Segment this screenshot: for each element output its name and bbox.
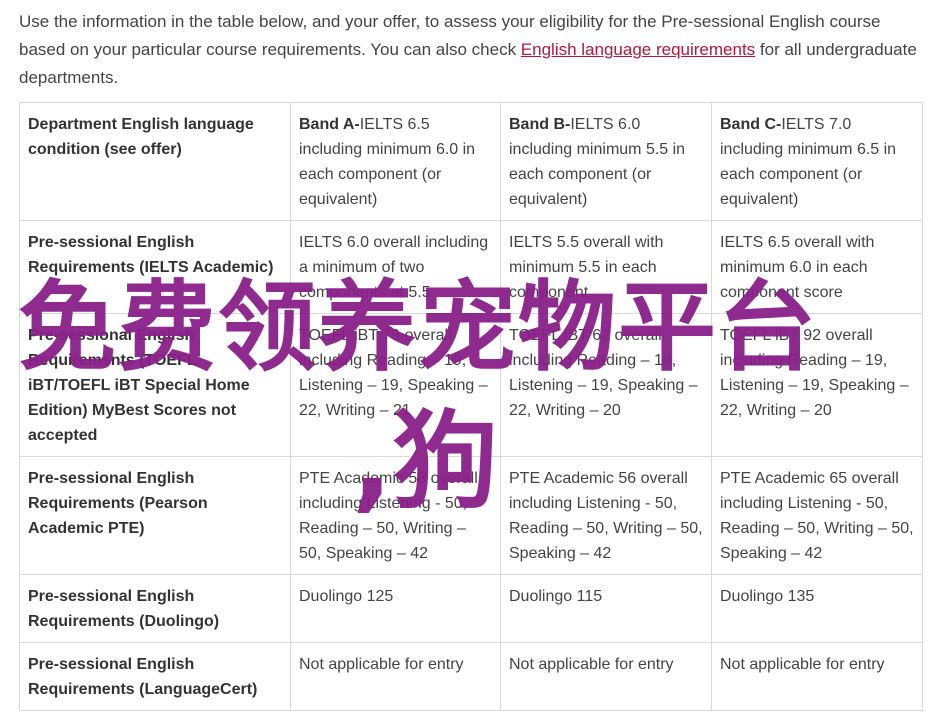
table-cell: Not applicable for entry — [500, 642, 712, 711]
band-label: Band C- — [720, 116, 782, 133]
table-cell: PTE Academic 58 overall including Listen… — [290, 456, 501, 575]
table-cell: Band A-IELTS 6.5 including minimum 6.0 i… — [290, 102, 501, 221]
table-cell: PTE Academic 65 overall including Listen… — [711, 456, 923, 575]
table-cell: PTE Academic 56 overall including Listen… — [500, 456, 712, 575]
table-cell: TOEFL iBT 79 overall including Reading –… — [290, 313, 501, 457]
table-cell: Duolingo 125 — [290, 574, 501, 643]
row-header: Pre-sessional English Requirements (Duol… — [19, 574, 291, 643]
row-header: Pre-sessional English Requirements (TOEF… — [19, 313, 291, 457]
table-cell: TOEFL iBT 62 overall including Reading –… — [500, 313, 712, 457]
table-cell: IELTS 6.5 overall with minimum 6.0 in ea… — [711, 220, 923, 314]
table-cell: IELTS 5.5 overall with minimum 5.5 in ea… — [500, 220, 712, 314]
table-row: Pre-sessional English Requirements (Lang… — [19, 642, 923, 711]
table-row: Department English language condition (s… — [19, 102, 923, 221]
table-cell: TOEFL iBT 92 overall including Reading –… — [711, 313, 923, 457]
table-cell: Not applicable for entry — [711, 642, 923, 711]
requirements-table: Department English language condition (s… — [19, 102, 923, 711]
intro-paragraph: Use the information in the table below, … — [19, 8, 931, 92]
row-header: Pre-sessional English Requirements (IELT… — [19, 220, 291, 314]
table-row: Pre-sessional English Requirements (Pear… — [19, 456, 923, 575]
table-cell: IELTS 6.0 overall including a minimum of… — [290, 220, 501, 314]
band-label: Band B- — [509, 116, 571, 133]
row-header: Pre-sessional English Requirements (Pear… — [19, 456, 291, 575]
table-row: Pre-sessional English Requirements (IELT… — [19, 220, 923, 314]
table-cell: Band C-IELTS 7.0 including minimum 6.5 i… — [711, 102, 923, 221]
table-row: Pre-sessional English Requirements (Duol… — [19, 574, 923, 643]
row-header: Pre-sessional English Requirements (Lang… — [19, 642, 291, 711]
table-cell: Duolingo 135 — [711, 574, 923, 643]
table-cell: Duolingo 115 — [500, 574, 712, 643]
table-cell: Not applicable for entry — [290, 642, 501, 711]
english-requirements-link[interactable]: English language requirements — [521, 40, 755, 59]
table-cell: Band B-IELTS 6.0 including minimum 5.5 i… — [500, 102, 712, 221]
band-label: Band A- — [299, 116, 360, 133]
table-row: Pre-sessional English Requirements (TOEF… — [19, 313, 923, 457]
row-header: Department English language condition (s… — [19, 102, 291, 221]
